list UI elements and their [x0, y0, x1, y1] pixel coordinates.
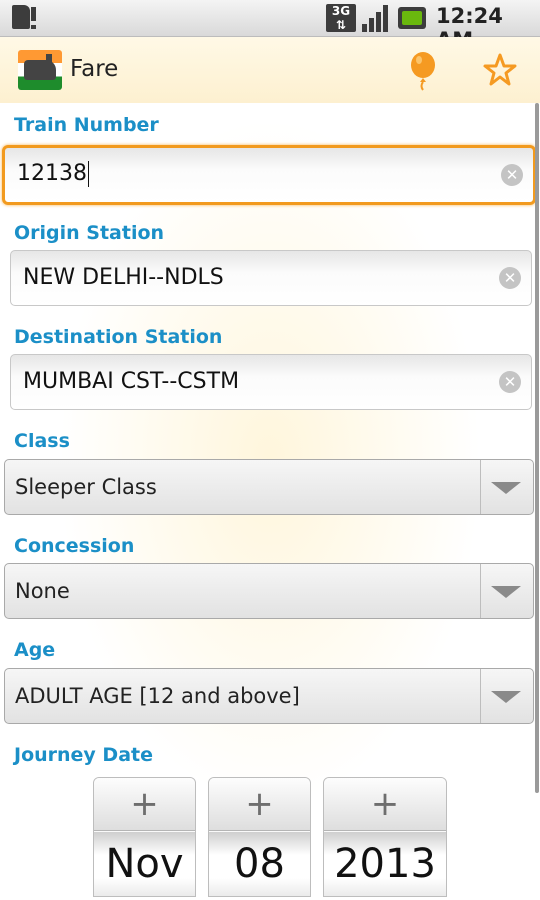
balloon-icon[interactable]	[408, 51, 438, 91]
network-3g-icon: 3G ⇅	[326, 4, 356, 32]
signal-icon	[362, 4, 390, 32]
destination-station-label: Destination Station	[14, 326, 223, 348]
age-label: Age	[14, 639, 56, 661]
origin-station-input[interactable]: NEW DELHI--NDLS ✕	[10, 250, 532, 306]
sd-card-icon	[12, 5, 36, 31]
status-bar: 3G⇅ 12:24 AM	[0, 0, 540, 52]
battery-icon	[398, 7, 426, 29]
concession-value: None	[15, 579, 70, 603]
class-select[interactable]: Sleeper Class	[4, 459, 534, 515]
star-icon[interactable]	[483, 53, 517, 87]
train-number-input[interactable]: 12138 ✕	[2, 145, 536, 205]
concession-select[interactable]: None	[4, 563, 534, 619]
dropdown-arrow-icon	[491, 482, 521, 494]
clear-train-number-icon[interactable]: ✕	[501, 164, 523, 186]
age-value: ADULT AGE [12 and above]	[15, 684, 300, 708]
year-increment-button[interactable]: +	[324, 778, 446, 831]
scrollbar[interactable]	[535, 103, 539, 793]
destination-station-value: MUMBAI CST--CSTM	[23, 369, 240, 394]
destination-station-input[interactable]: MUMBAI CST--CSTM ✕	[10, 354, 532, 410]
class-value: Sleeper Class	[15, 475, 157, 499]
age-select[interactable]: ADULT AGE [12 and above]	[4, 668, 534, 724]
notification-icon	[31, 7, 36, 29]
day-picker: + 08	[208, 777, 311, 897]
month-picker: + Nov	[93, 777, 196, 897]
action-bar: Fare	[0, 37, 540, 103]
train-number-value: 12138	[17, 161, 87, 186]
clear-origin-icon[interactable]: ✕	[499, 267, 521, 289]
year-value[interactable]: 2013	[324, 832, 446, 896]
journey-date-label: Journey Date	[14, 744, 153, 766]
day-increment-button[interactable]: +	[209, 778, 310, 831]
dropdown-arrow-icon	[491, 691, 521, 703]
app-logo-icon[interactable]	[18, 50, 62, 90]
month-value[interactable]: Nov	[94, 832, 195, 896]
clear-destination-icon[interactable]: ✕	[499, 371, 521, 393]
dropdown-arrow-icon	[491, 586, 521, 598]
month-increment-button[interactable]: +	[94, 778, 195, 831]
origin-station-value: NEW DELHI--NDLS	[23, 265, 224, 290]
day-value[interactable]: 08	[209, 832, 310, 896]
class-label: Class	[14, 430, 70, 452]
page-title: Fare	[70, 56, 119, 82]
origin-station-label: Origin Station	[14, 222, 165, 244]
network-type: 3G	[331, 4, 351, 18]
year-picker: + 2013	[323, 777, 447, 897]
concession-label: Concession	[14, 535, 135, 557]
train-number-label: Train Number	[14, 114, 159, 136]
text-cursor	[88, 161, 89, 187]
